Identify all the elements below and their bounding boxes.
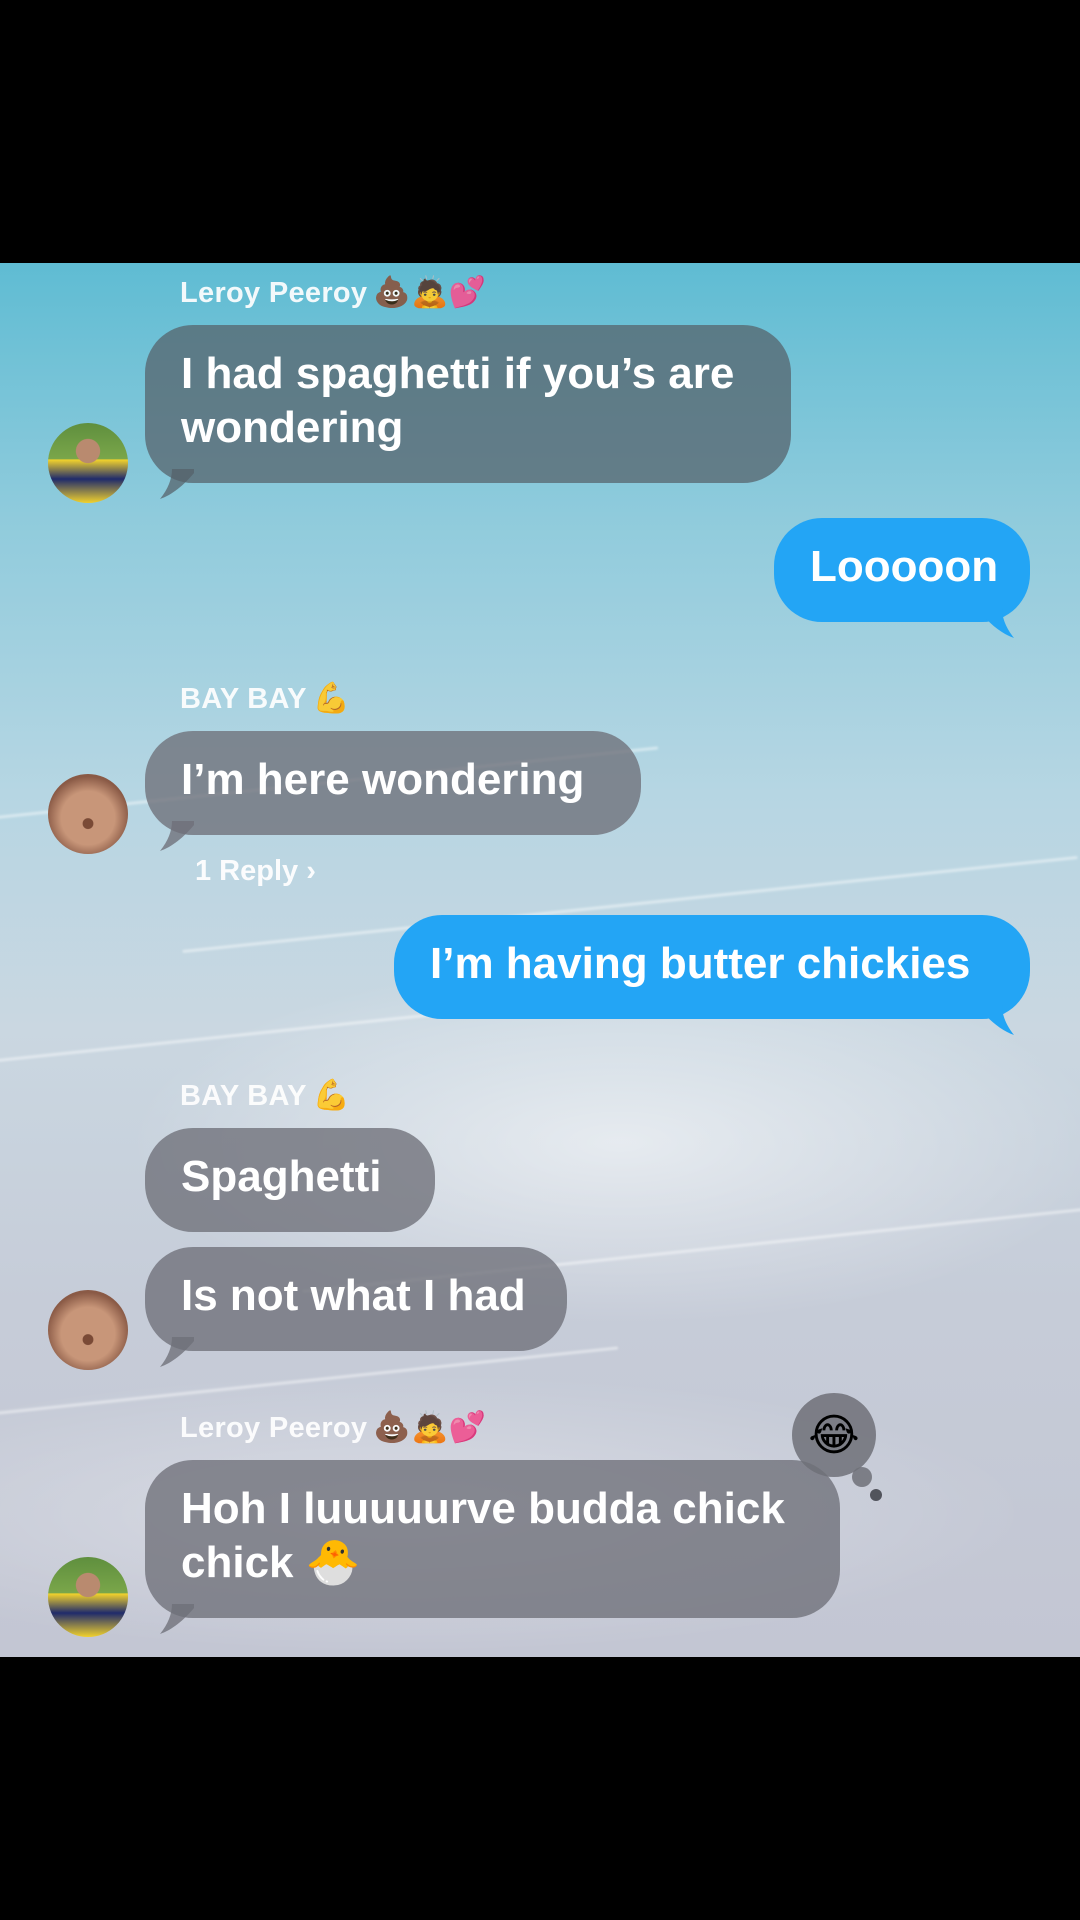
sender-label: BAY BAY xyxy=(180,1080,307,1112)
sender-name: Leroy Peeroy 💩🙇💕 xyxy=(180,275,486,310)
message-text: Hoh I luuuuurve budda chick chick 🐣 xyxy=(181,1484,785,1587)
laughing-face-icon[interactable]: 😂 xyxy=(792,1393,876,1477)
message-text: Is not what I had xyxy=(181,1271,526,1320)
message-text: I had spaghetti if you’s are wondering xyxy=(181,349,735,452)
message-bubble-incoming[interactable]: I had spaghetti if you’s are wondering xyxy=(145,325,791,483)
message-bubble-outgoing[interactable]: Looooon xyxy=(774,518,1030,622)
avatar-bay[interactable] xyxy=(48,1290,128,1370)
chat-thread[interactable]: Leroy Peeroy 💩🙇💕 I had spaghetti if you’s… xyxy=(0,263,1080,1657)
message-text: Looooon xyxy=(810,542,999,591)
sender-emoji: 💩🙇💕 xyxy=(373,1410,487,1445)
bubble-tail xyxy=(160,1604,194,1634)
tapback-dot xyxy=(870,1489,882,1501)
bubble-tail xyxy=(160,1337,194,1367)
reply-link[interactable]: 1 Reply › xyxy=(195,855,316,888)
avatar-leroy[interactable] xyxy=(48,1557,128,1637)
message-text: I’m here wondering xyxy=(181,755,585,804)
sender-label: Leroy Peeroy xyxy=(180,1412,368,1444)
bubble-tail xyxy=(980,608,1014,638)
message-bubble-incoming[interactable]: Spaghetti xyxy=(145,1128,435,1232)
message-bubble-incoming[interactable]: Hoh I luuuuurve budda chick chick 🐣 xyxy=(145,1460,840,1618)
sender-name: BAY BAY 💪 xyxy=(180,681,350,716)
message-bubble-incoming[interactable]: I’m here wondering xyxy=(145,731,641,835)
message-bubble-incoming[interactable]: Is not what I had xyxy=(145,1247,567,1351)
bubble-tail xyxy=(980,1005,1014,1035)
avatar-bay[interactable] xyxy=(48,774,128,854)
sender-emoji: 💪 xyxy=(312,681,351,716)
sender-emoji: 💩🙇💕 xyxy=(373,275,487,310)
tapback-dot xyxy=(852,1467,872,1487)
avatar-leroy[interactable] xyxy=(48,423,128,503)
sender-emoji: 💪 xyxy=(312,1078,351,1113)
sender-label: Leroy Peeroy xyxy=(180,277,368,309)
sender-name: BAY BAY 💪 xyxy=(180,1078,350,1113)
sender-name: Leroy Peeroy 💩🙇💕 xyxy=(180,1410,486,1445)
message-text: I’m having butter chickies xyxy=(430,939,971,988)
message-bubble-outgoing[interactable]: I’m having butter chickies xyxy=(394,915,1030,1019)
bubble-tail xyxy=(160,469,194,499)
sender-label: BAY BAY xyxy=(180,683,307,715)
bubble-tail xyxy=(160,821,194,851)
message-text: Spaghetti xyxy=(181,1152,382,1201)
